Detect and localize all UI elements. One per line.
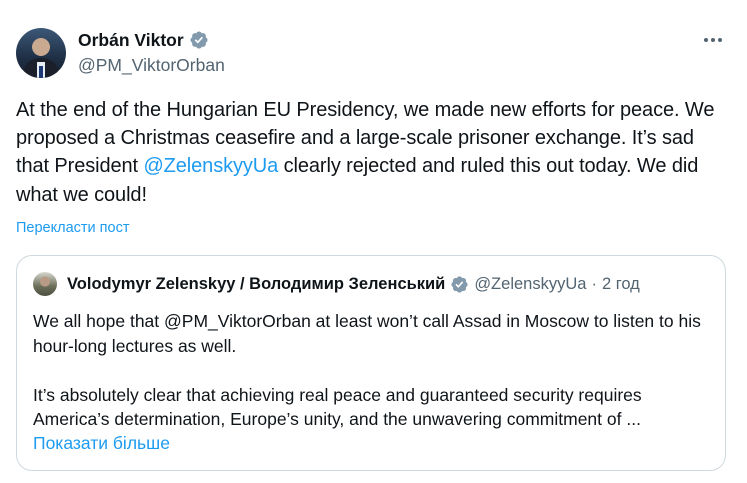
quoted-paragraph-2: It’s absolutely clear that achieving rea… xyxy=(33,384,642,430)
tweet[interactable]: Orbán Viktor @PM_ViktorOrban At the end … xyxy=(0,0,747,483)
quoted-text: We all hope that @PM_ViktorOrban at leas… xyxy=(33,309,713,432)
quoted-separator: · xyxy=(591,275,597,293)
tweet-text: At the end of the Hungarian EU Presidenc… xyxy=(16,96,726,209)
verified-badge-icon[interactable] xyxy=(450,275,469,294)
more-dot xyxy=(711,38,715,42)
quoted-paragraph-1: We all hope that @PM_ViktorOrban at leas… xyxy=(33,311,701,356)
quoted-tweet[interactable]: Volodymyr Zelenskyy / Володимир Зеленськ… xyxy=(16,255,726,471)
more-dot xyxy=(704,38,708,42)
author-avatar[interactable] xyxy=(16,28,66,78)
quoted-author-handle[interactable]: @ZelenskyyUa xyxy=(474,275,586,294)
author-name-row: Orbán Viktor xyxy=(78,29,209,51)
show-more-link[interactable]: Показати більше xyxy=(33,433,170,454)
more-dot xyxy=(718,38,722,42)
quoted-header: Volodymyr Zelenskyy / Володимир Зеленськ… xyxy=(67,275,640,294)
avatar-tie xyxy=(39,66,43,78)
quoted-timestamp[interactable]: 2 год xyxy=(602,275,640,294)
author-handle[interactable]: @PM_ViktorOrban xyxy=(78,54,225,76)
mention-link[interactable]: @ZelenskyyUa xyxy=(143,155,278,177)
quoted-author-name[interactable]: Volodymyr Zelenskyy / Володимир Зеленськ… xyxy=(67,275,445,294)
more-options-icon[interactable] xyxy=(698,28,728,52)
quoted-author-avatar[interactable] xyxy=(33,272,57,296)
translate-post-link[interactable]: Перекласти пост xyxy=(16,220,129,236)
author-display-name[interactable]: Orbán Viktor xyxy=(78,29,184,51)
verified-badge-icon[interactable] xyxy=(189,30,209,50)
